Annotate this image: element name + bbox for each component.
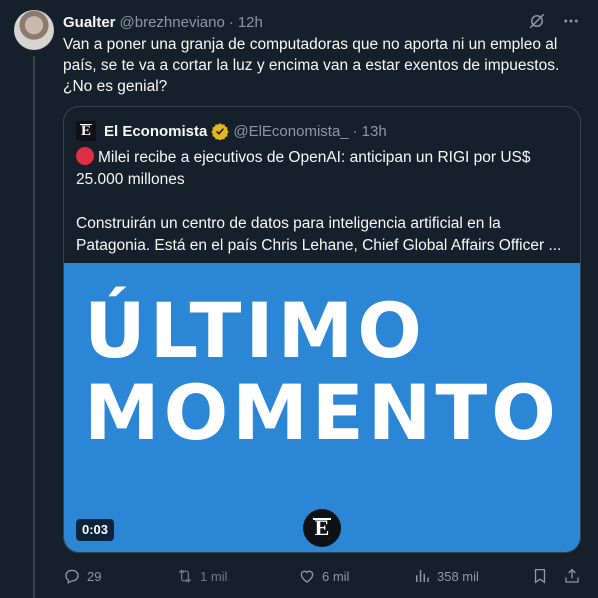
- reply-count: 29: [87, 568, 102, 584]
- quote-header: E El Economista @ElEconomista_ · 13h: [76, 121, 387, 141]
- media-headline-line2: MOMENTO: [84, 368, 560, 457]
- retweet-button[interactable]: 1 mil: [176, 565, 227, 587]
- verified-badge-icon: [211, 122, 230, 140]
- media-headline-line1: ÚLTIMO: [84, 286, 426, 375]
- like-button[interactable]: 6 mil: [298, 565, 349, 587]
- quote-avatar[interactable]: E: [76, 121, 96, 141]
- share-button[interactable]: [563, 565, 587, 587]
- bookmark-button[interactable]: [531, 565, 555, 587]
- retweet-count: 1 mil: [200, 568, 228, 584]
- quote-text: Milei recibe a ejecutivos de OpenAI: ant…: [76, 147, 566, 257]
- video-media[interactable]: ÚLTIMO MOMENTO E 0:03: [64, 263, 580, 552]
- like-icon: [300, 570, 314, 583]
- media-logo: E: [303, 509, 341, 547]
- quote-handle[interactable]: @ElEconomista_: [233, 123, 348, 140]
- red-circle-icon: [76, 147, 94, 165]
- views-button[interactable]: 358 mil: [413, 565, 479, 587]
- more-icon[interactable]: [560, 10, 582, 32]
- grok-icon[interactable]: [526, 10, 548, 32]
- quoted-tweet[interactable]: E El Economista @ElEconomista_ · 13h Mil…: [63, 106, 581, 553]
- action-bar: 29 1 mil 6 mil 358 mil: [63, 565, 583, 587]
- separator: ·: [352, 122, 358, 140]
- views-count: 358 mil: [437, 568, 479, 584]
- author-handle[interactable]: @brezhneviano: [120, 14, 225, 31]
- like-count: 6 mil: [322, 568, 350, 584]
- reply-button[interactable]: 29: [63, 565, 101, 587]
- tweet[interactable]: Gualter @brezhneviano · 12h Van a poner …: [0, 0, 598, 598]
- author-name[interactable]: Gualter: [63, 14, 116, 31]
- tweet-time[interactable]: 12h: [238, 14, 263, 31]
- video-duration: 0:03: [76, 519, 115, 541]
- avatar[interactable]: [14, 10, 54, 50]
- thread-line: [33, 56, 35, 598]
- views-icon: [416, 570, 429, 582]
- separator: ·: [228, 13, 234, 31]
- tweet-text: Van a poner una granja de computadoras q…: [63, 36, 560, 95]
- reply-icon: [65, 569, 79, 584]
- quote-headline: Milei recibe a ejecutivos de OpenAI: ant…: [76, 149, 531, 188]
- quote-time[interactable]: 13h: [362, 123, 387, 140]
- quote-author-name[interactable]: El Economista: [104, 123, 207, 140]
- tweet-header: Gualter @brezhneviano · 12h: [63, 12, 263, 32]
- share-icon: [565, 568, 579, 583]
- retweet-icon: [178, 569, 192, 583]
- header-actions: [526, 10, 582, 32]
- bookmark-icon: [534, 568, 546, 584]
- quote-body: Construirán un centro de datos para inte…: [76, 215, 562, 254]
